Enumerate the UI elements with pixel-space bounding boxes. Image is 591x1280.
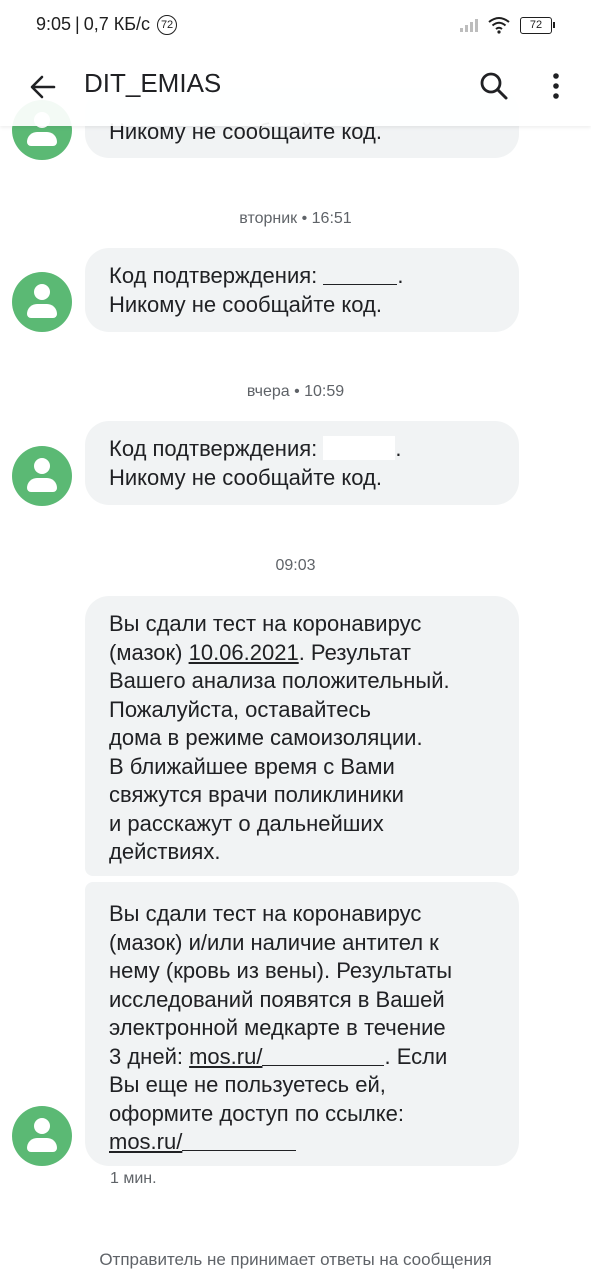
message-text: В ближайшее время с Вами	[109, 753, 395, 779]
message-bubble[interactable]: Код подтверждения: . Никому не сообщайте…	[85, 248, 519, 332]
message-bubble[interactable]: Вы сдали тест на коронавирус (мазок) и/и…	[85, 882, 519, 1166]
message-text: исследований появятся в Вашей	[109, 986, 445, 1012]
message-timestamp: вторник • 16:51	[239, 210, 352, 227]
avatar[interactable]	[12, 446, 72, 506]
back-arrow-icon[interactable]	[28, 72, 58, 102]
message-text: оформите доступ по ссылке:	[109, 1100, 404, 1126]
message-text: . Результат	[298, 639, 411, 665]
status-bar: 9:05 | 0,7 КБ/с 72 72	[0, 0, 591, 52]
app-bar: DIT_EMIAS	[0, 52, 591, 126]
redacted-code	[323, 436, 396, 460]
redacted-code	[323, 264, 398, 285]
more-vert-icon[interactable]	[546, 70, 566, 102]
message-text: нему (кровь из вены). Результаты	[109, 958, 453, 983]
network-speed: 0,7 КБ/с	[83, 14, 151, 34]
message-text: свяжутся врачи поликлиники	[109, 782, 404, 807]
access-link[interactable]: mos.ru/	[109, 1129, 297, 1154]
message-bubble[interactable]: Вы сдали тест на коронавирус (мазок) 10.…	[85, 596, 519, 876]
battery-level: 72	[520, 16, 552, 34]
status-right: 72	[460, 16, 555, 34]
message-text: Никому не сообщайте код.	[109, 291, 382, 317]
notification-badge: 72	[157, 14, 178, 35]
clock: 9:05	[36, 14, 72, 34]
avatar[interactable]	[12, 1106, 72, 1166]
signal-icon	[460, 18, 478, 32]
message-timestamp: вчера • 10:59	[246, 383, 345, 400]
message-text: . Если	[384, 1043, 448, 1069]
message-bubble[interactable]: Код подтверждения: . Никому не сообщайте…	[85, 421, 519, 505]
message-text: 3 дней:	[109, 1043, 183, 1069]
message-timestamp: 09:03	[275, 557, 316, 574]
message-text: и расскажут о дальнейших	[109, 810, 384, 836]
message-text: электронной медкарте в течение	[109, 1015, 446, 1040]
message-text: (мазок) и/или наличие антител к	[109, 929, 439, 955]
avatar[interactable]	[12, 272, 72, 332]
search-icon[interactable]	[478, 70, 510, 102]
message-text: Никому не сообщайте код.	[109, 464, 382, 490]
no-reply-notice: Отправитель не принимает ответы на сообщ…	[99, 1250, 492, 1269]
wifi-icon	[488, 17, 510, 34]
message-time: 1 мин.	[110, 1170, 157, 1187]
message-text: Код подтверждения:	[109, 436, 318, 461]
conversation-title: DIT_EMIAS	[84, 68, 222, 98]
message-text: дома в режиме самоизоляции.	[109, 725, 423, 750]
date-link[interactable]: 10.06.2021	[189, 640, 299, 665]
message-text: (мазок)	[109, 639, 183, 665]
status-left: 9:05 | 0,7 КБ/с 72	[36, 14, 178, 35]
message-text: Код подтверждения:	[109, 263, 318, 288]
message-text: Вы сдали тест на коронавирус	[109, 901, 422, 926]
message-text: Вы сдали тест на коронавирус	[109, 611, 422, 636]
battery-icon: 72	[520, 16, 555, 34]
message-text: Вашего анализа положительный.	[109, 668, 450, 693]
message-text: действиях.	[109, 839, 221, 864]
medcard-link[interactable]: mos.ru/	[189, 1044, 385, 1069]
message-text: Пожалуйста, оставайтесь	[109, 696, 371, 722]
message-text: Вы еще не пользуетесь ей,	[109, 1072, 386, 1097]
